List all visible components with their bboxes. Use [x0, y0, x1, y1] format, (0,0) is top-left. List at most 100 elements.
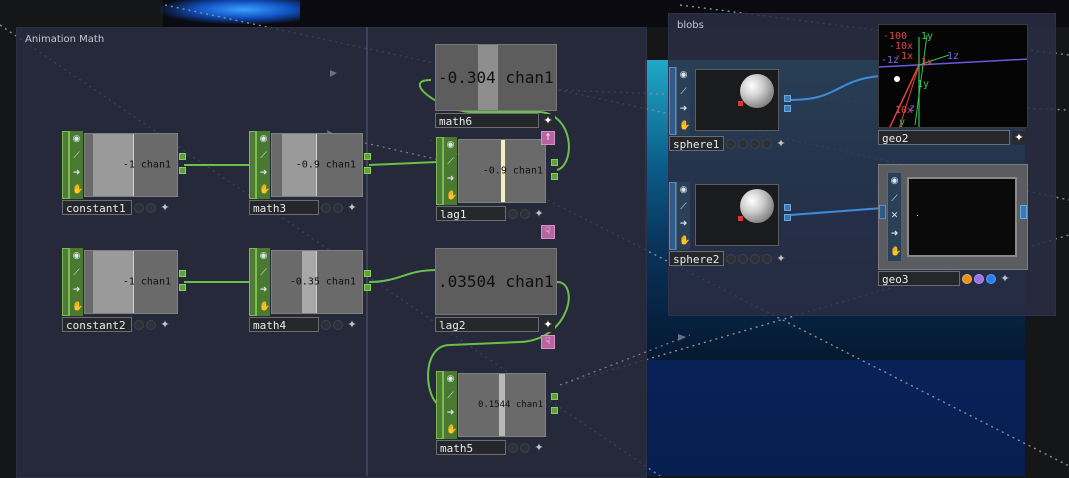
node-name[interactable]: geo2 — [878, 130, 1010, 145]
node-name[interactable]: geo3 — [878, 271, 960, 286]
bypass-flag[interactable] — [508, 442, 518, 453]
arrow-right-icon[interactable]: ➜ — [679, 105, 688, 114]
node-name[interactable]: math5 — [436, 440, 506, 455]
outlet[interactable] — [364, 167, 371, 174]
display-flag[interactable] — [750, 253, 760, 264]
chop-viewer[interactable]: .03504 chan1 — [435, 248, 557, 315]
lock-flag[interactable] — [520, 208, 530, 219]
star-icon[interactable]: ✦ — [998, 272, 1012, 286]
star-icon[interactable]: ✦ — [541, 113, 555, 128]
info-icon[interactable]: ◉ — [890, 177, 899, 186]
star-icon[interactable]: ✦ — [541, 317, 555, 332]
flag-purple[interactable] — [974, 273, 984, 284]
inlet[interactable] — [669, 67, 676, 135]
chop-viewer[interactable]: -0.9 chan1 — [271, 133, 363, 197]
node-name[interactable]: sphere1 — [669, 136, 724, 151]
star-icon[interactable]: ✦ — [774, 137, 788, 151]
hand-icon[interactable]: ✋ — [679, 237, 690, 246]
hand-pointer-icon[interactable]: ☟ — [541, 225, 555, 239]
geo-viewport[interactable]: -100 -10x -1x 1y 1z 1x -1z 1y 10x z y — [878, 24, 1028, 128]
hand-icon[interactable]: ✋ — [259, 303, 270, 312]
outlet[interactable] — [364, 153, 371, 160]
arrow-right-icon[interactable]: ➜ — [890, 230, 899, 239]
hand-icon[interactable]: ✋ — [446, 426, 457, 435]
outlet[interactable] — [1020, 205, 1027, 219]
bypass-flag[interactable] — [134, 319, 144, 330]
node-constant2[interactable]: ◉ ⟋ ➜ ✋ -1 chan1 constant2 ✦ — [62, 248, 186, 332]
chop-viewer[interactable]: -0.9 chan1 — [458, 139, 546, 203]
graph-icon[interactable]: ⟋ — [679, 88, 688, 97]
hand-icon[interactable]: ✋ — [72, 186, 83, 195]
node-math3[interactable]: ◉ ⟋ ➜ ✋ -0.9 chan1 math3 ✦ — [249, 131, 371, 215]
outlet[interactable] — [179, 284, 186, 291]
node-geo2[interactable]: -100 -10x -1x 1y 1z 1x -1z 1y 10x z y ge… — [878, 24, 1028, 145]
inlet[interactable] — [879, 205, 886, 219]
hand-pointer-icon[interactable]: ☟ — [541, 335, 555, 349]
flag-orange[interactable] — [962, 273, 972, 284]
arrow-right-icon[interactable]: ➜ — [72, 286, 81, 295]
arrow-right-icon[interactable]: ➜ — [72, 169, 81, 178]
bypass-flag[interactable] — [508, 208, 518, 219]
node-name[interactable]: constant1 — [62, 200, 132, 215]
node-name[interactable]: sphere2 — [669, 251, 724, 266]
chop-viewer[interactable]: -0.304 chan1 — [435, 44, 557, 111]
info-icon[interactable]: ◉ — [72, 252, 81, 261]
graph-icon[interactable]: ⟋ — [259, 152, 268, 161]
star-icon[interactable]: ✦ — [158, 201, 172, 215]
bypass-flag[interactable] — [726, 138, 736, 149]
sop-viewer[interactable] — [695, 69, 779, 131]
outlet[interactable] — [784, 105, 791, 112]
bypass-flag[interactable] — [321, 319, 331, 330]
bypass-flag[interactable] — [726, 253, 736, 264]
outlet[interactable] — [179, 167, 186, 174]
flag-blue[interactable] — [986, 273, 996, 284]
inlet[interactable] — [62, 131, 69, 199]
hand-icon[interactable]: ✋ — [72, 303, 83, 312]
info-icon[interactable]: ◉ — [72, 135, 81, 144]
outlet[interactable] — [551, 393, 558, 400]
outlet[interactable] — [784, 204, 791, 211]
lock-flag[interactable] — [738, 253, 748, 264]
outlet[interactable] — [179, 270, 186, 277]
arrow-right-icon[interactable]: ➜ — [446, 175, 455, 184]
lock-flag[interactable] — [333, 202, 343, 213]
star-icon[interactable]: ✦ — [158, 318, 172, 332]
lock-flag[interactable] — [738, 138, 748, 149]
outlet[interactable] — [784, 214, 791, 221]
hand-icon[interactable]: ✋ — [259, 186, 270, 195]
info-icon[interactable]: ◉ — [679, 71, 688, 80]
node-sphere2[interactable]: ◉ ⟋ ➜ ✋ sphere2 ✦ — [669, 182, 791, 266]
hand-icon[interactable]: ✋ — [679, 122, 690, 131]
node-math5[interactable]: ◉ ⟋ ➜ ✋ 0.1544 chan1 math5 ✦ — [436, 371, 558, 455]
inlet[interactable] — [62, 248, 69, 316]
outlet[interactable] — [179, 153, 186, 160]
info-icon[interactable]: ◉ — [446, 375, 455, 384]
outlet[interactable] — [551, 159, 558, 166]
outlet[interactable] — [551, 173, 558, 180]
outlet[interactable] — [551, 407, 558, 414]
node-name[interactable]: math4 — [249, 317, 319, 332]
bypass-flag[interactable] — [321, 202, 331, 213]
info-icon[interactable]: ◉ — [259, 252, 268, 261]
lock-flag[interactable] — [146, 202, 156, 213]
chop-viewer[interactable]: -1 chan1 — [84, 250, 178, 314]
info-icon[interactable]: ◉ — [446, 141, 455, 150]
outlet[interactable] — [364, 270, 371, 277]
node-name[interactable]: lag1 — [436, 206, 506, 221]
inlet[interactable] — [669, 182, 676, 250]
info-icon[interactable]: ◉ — [679, 186, 688, 195]
graph-icon[interactable]: ⟋ — [259, 269, 268, 278]
chop-viewer[interactable]: 0.1544 chan1 — [458, 373, 546, 437]
graph-icon[interactable]: ⟋ — [446, 392, 455, 401]
node-constant1[interactable]: ◉ ⟋ ➜ ✋ -1 chan1 constant1 ✦ — [62, 131, 186, 215]
node-name[interactable]: lag2 — [435, 317, 539, 332]
lock-flag[interactable] — [146, 319, 156, 330]
node-lag2[interactable]: .03504 chan1 lag2 ✦ — [435, 248, 558, 332]
inlet[interactable] — [249, 248, 256, 316]
inlet[interactable] — [436, 371, 443, 439]
node-name[interactable]: math3 — [249, 200, 319, 215]
graph-icon[interactable]: ⟋ — [679, 203, 688, 212]
cross-icon[interactable]: ✕ — [890, 212, 899, 221]
node-geo3[interactable]: ◉ ⟋ ✕ ➜ ✋ geo3 ✦ — [878, 164, 1028, 286]
inlet[interactable] — [436, 137, 443, 205]
